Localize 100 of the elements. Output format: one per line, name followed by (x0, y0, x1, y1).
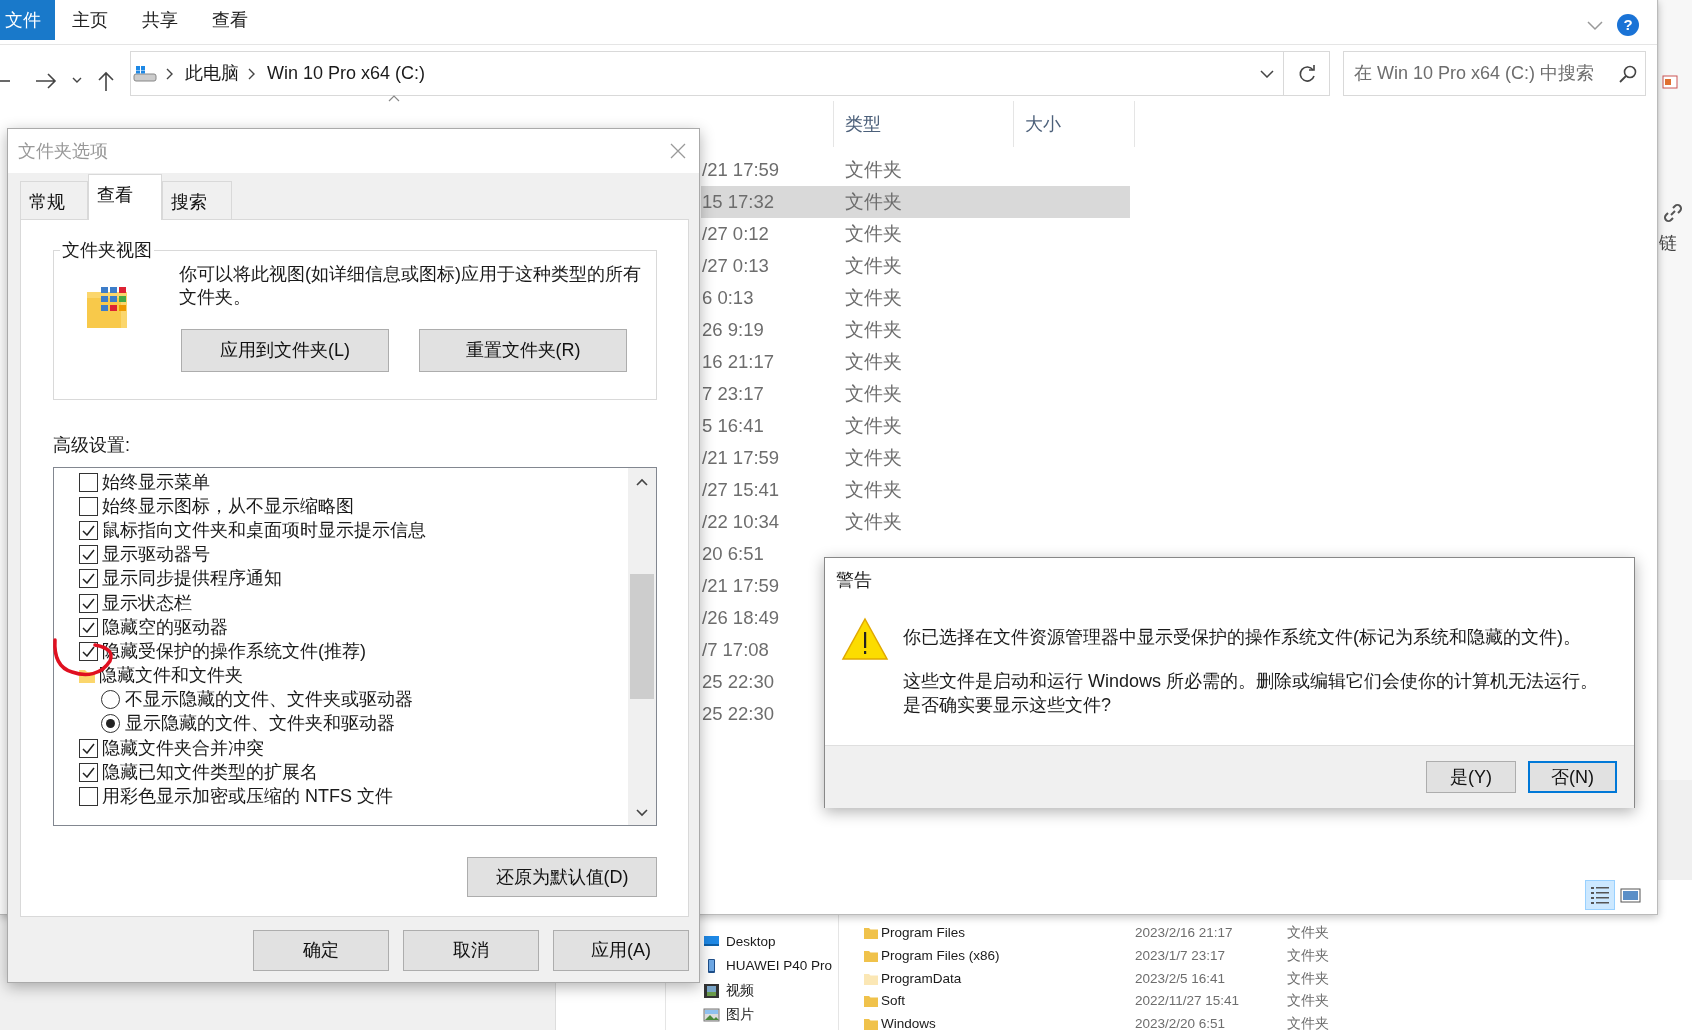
file-type: 文件夹 (1287, 992, 1329, 1011)
scrollbar[interactable] (628, 468, 656, 825)
chevron-down-icon[interactable] (1587, 21, 1603, 31)
nav-item[interactable]: HUAWEI P40 Pro (703, 954, 838, 979)
check-icon (82, 549, 95, 561)
video-icon (703, 982, 720, 999)
file-row[interactable]: 7 23:17 文件夹 (701, 378, 1130, 410)
warning-icon (841, 617, 889, 661)
file-type: 文件夹 (1287, 1014, 1329, 1030)
file-date: 2023/2/16 21:17 (1135, 924, 1234, 943)
close-icon[interactable] (670, 143, 686, 159)
section-label: 高级设置: (53, 434, 131, 457)
setting-label[interactable]: 用彩色显示加密或压缩的 NTFS 文件 (102, 783, 393, 811)
file-menu[interactable]: 文件 (0, 0, 55, 40)
file-name[interactable]: ProgramData (881, 968, 962, 989)
breadcrumb-item[interactable]: 此电脑 (185, 60, 239, 87)
file-row[interactable]: /27 15:41 文件夹 (701, 474, 1130, 506)
file-row[interactable]: 16 21:17 文件夹 (701, 346, 1130, 378)
scrollbar-thumb[interactable] (630, 574, 654, 699)
file-row[interactable]: 26 9:19 文件夹 (701, 314, 1130, 346)
message-text: 这些文件是启动和运行 Windows 所必需的。删除或编辑它们会使你的计算机无法运行。 (903, 670, 1599, 693)
nav-item[interactable]: 视频 (703, 978, 838, 1003)
file-type: 文件夹 (1287, 969, 1329, 988)
checkbox[interactable] (79, 520, 98, 540)
refresh-button[interactable] (1284, 51, 1330, 96)
dropdown-icon[interactable] (1260, 69, 1274, 78)
file-date: 2023/1/7 23:17 (1135, 946, 1227, 965)
tab[interactable]: 查看 (88, 174, 162, 220)
file-date: 2023/2/20 6:51 (1135, 1014, 1227, 1030)
checkbox[interactable] (79, 787, 98, 807)
radio-button[interactable] (101, 714, 120, 734)
chevron-right-icon (248, 67, 256, 80)
link-label[interactable]: 链 (1659, 230, 1677, 257)
search-field[interactable]: 在 Win 10 Pro x64 (C:) 中搜索 (1343, 51, 1646, 96)
dialog-button[interactable]: 应用(A) (553, 930, 689, 971)
dialog-button[interactable]: 重置文件夹(R) (419, 329, 627, 372)
checkbox[interactable] (79, 545, 98, 565)
file-row[interactable]: /26 18:49 (701, 602, 819, 634)
file-row[interactable]: 15 17:32 文件夹 (701, 186, 1130, 218)
check-icon (82, 766, 95, 778)
forward-arrow-icon[interactable] (35, 72, 57, 89)
checkbox[interactable] (79, 641, 98, 661)
tab[interactable]: 常规 (20, 181, 88, 219)
drive-icon (133, 64, 157, 83)
dialog-button[interactable]: 取消 (403, 930, 539, 971)
file-row[interactable]: /21 17:59 (701, 570, 819, 602)
nav-item[interactable]: Desktop (703, 929, 838, 954)
nav-item[interactable]: 图片 (703, 1003, 838, 1028)
dialog-title: 警告 (836, 568, 872, 592)
check-icon (82, 645, 95, 657)
column-header[interactable]: 类型 (834, 101, 1014, 147)
view-toggle[interactable] (1585, 880, 1615, 910)
checkbox[interactable] (79, 617, 98, 637)
address-bar[interactable]: 此电脑 Win 10 Pro x64 (C:) (130, 51, 1284, 96)
dialog-button[interactable]: 确定 (253, 930, 389, 971)
file-row[interactable]: 5 16:41 文件夹 (701, 410, 1130, 442)
file-row[interactable]: 6 0:13 文件夹 (701, 282, 1130, 314)
checkbox[interactable] (79, 569, 98, 589)
check-icon (82, 597, 95, 609)
dropdown-icon[interactable] (72, 77, 82, 84)
file-row[interactable]: 25 22:30 (701, 666, 819, 698)
file-name[interactable]: Soft (881, 991, 905, 1012)
checkbox[interactable] (79, 472, 98, 492)
checkbox[interactable] (79, 496, 98, 516)
file-row[interactable]: /21 17:59 文件夹 (701, 154, 1130, 186)
file-row[interactable]: 25 22:30 (701, 698, 819, 730)
scroll-up-icon[interactable] (636, 478, 648, 486)
dialog-title: 文件夹选项 (18, 139, 108, 163)
up-arrow-icon[interactable] (98, 70, 114, 91)
file-row[interactable]: /22 10:34 文件夹 (701, 506, 1130, 538)
check-icon (82, 573, 95, 585)
file-type: 文件夹 (1287, 946, 1329, 965)
dialog-button[interactable]: 是(Y) (1426, 761, 1516, 793)
dialog-button[interactable]: 应用到文件夹(L) (181, 329, 389, 372)
search-icon (1619, 64, 1637, 83)
tab[interactable]: 搜索 (162, 181, 232, 219)
checkbox[interactable] (79, 738, 98, 758)
ribbon-tab[interactable]: 共享 (125, 0, 195, 40)
file-name[interactable]: Program Files (x86) (881, 945, 1000, 967)
radio-button[interactable] (101, 690, 120, 710)
scroll-down-icon[interactable] (636, 809, 648, 817)
column-header[interactable]: 大小 (1014, 101, 1135, 147)
checkbox[interactable] (79, 593, 98, 613)
file-name[interactable]: Program Files (881, 923, 966, 944)
checkbox[interactable] (79, 762, 98, 782)
dialog-button[interactable]: 否(N) (1528, 761, 1617, 793)
details-view-icon (1589, 884, 1611, 906)
file-row[interactable]: /27 0:12 文件夹 (701, 218, 1130, 250)
restore-defaults-button[interactable]: 还原为默认值(D) (467, 857, 657, 897)
ribbon-tab[interactable]: 主页 (55, 0, 125, 40)
file-row[interactable]: 20 6:51 (701, 538, 819, 570)
file-row[interactable]: /7 17:08 (701, 634, 819, 666)
help-button[interactable]: ? (1617, 14, 1639, 36)
breadcrumb-item[interactable]: Win 10 Pro x64 (C:) (267, 60, 426, 87)
pictures-icon (703, 1007, 720, 1024)
file-date: 2023/2/5 16:41 (1135, 969, 1227, 988)
ribbon-tab[interactable]: 查看 (195, 0, 265, 40)
file-name[interactable]: Windows (881, 1013, 936, 1030)
file-row[interactable]: /27 0:13 文件夹 (701, 250, 1130, 282)
file-row[interactable]: /21 17:59 文件夹 (701, 442, 1130, 474)
